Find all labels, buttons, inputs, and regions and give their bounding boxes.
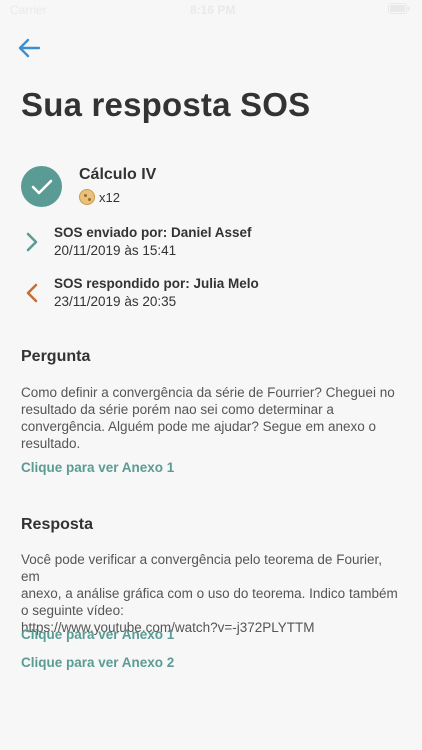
answer-text: Você pode verificar a convergência pelo … [21, 551, 401, 636]
status-bar: Carrier 8:16 PM [0, 0, 422, 22]
page-title: Sua resposta SOS [21, 86, 311, 123]
coin-count: x12 [79, 188, 120, 206]
course-name: Cálculo IV [79, 166, 157, 183]
back-button[interactable] [14, 36, 44, 64]
coin-count-label: x12 [99, 189, 120, 205]
question-line: resultado. [21, 436, 81, 451]
answer-line: anexo, a análise gráfica com o uso do te… [21, 586, 398, 601]
sos-answered-label: SOS respondido por: Julia Melo [54, 276, 259, 291]
answer-line: o seguinte vídeo: [21, 603, 124, 618]
status-time: 8:16 PM [190, 3, 236, 17]
answer-line: Você pode verificar a convergência pelo … [21, 552, 382, 584]
arrow-left-icon [17, 38, 41, 63]
battery-icon [388, 3, 410, 17]
chevron-right-icon [24, 231, 40, 253]
answer-attachment-link-2[interactable]: Clique para ver Anexo 2 [21, 655, 174, 670]
question-heading: Pergunta [21, 348, 91, 365]
carrier-label: Carrier [10, 3, 47, 17]
sos-sent-date: 20/11/2019 às 15:41 [54, 243, 177, 258]
sos-answered-date: 23/11/2019 às 20:35 [54, 294, 177, 309]
question-text: Como definir a convergência da série de … [21, 384, 401, 452]
chevron-left-icon [24, 282, 40, 304]
question-attachment-link[interactable]: Clique para ver Anexo 1 [21, 460, 174, 475]
question-line: convergência. Alguém pode me ajudar? Seg… [21, 419, 376, 434]
question-line: resultado da série porém nao sei como de… [21, 402, 334, 417]
sos-sent-label: SOS enviado por: Daniel Assef [54, 225, 252, 240]
answer-heading: Resposta [21, 516, 94, 533]
check-circle-icon [21, 166, 62, 207]
answer-attachment-link-1[interactable]: Clique para ver Anexo 1 [21, 627, 174, 642]
question-line: Como definir a convergência da série de … [21, 385, 395, 400]
cookie-icon [79, 189, 95, 205]
